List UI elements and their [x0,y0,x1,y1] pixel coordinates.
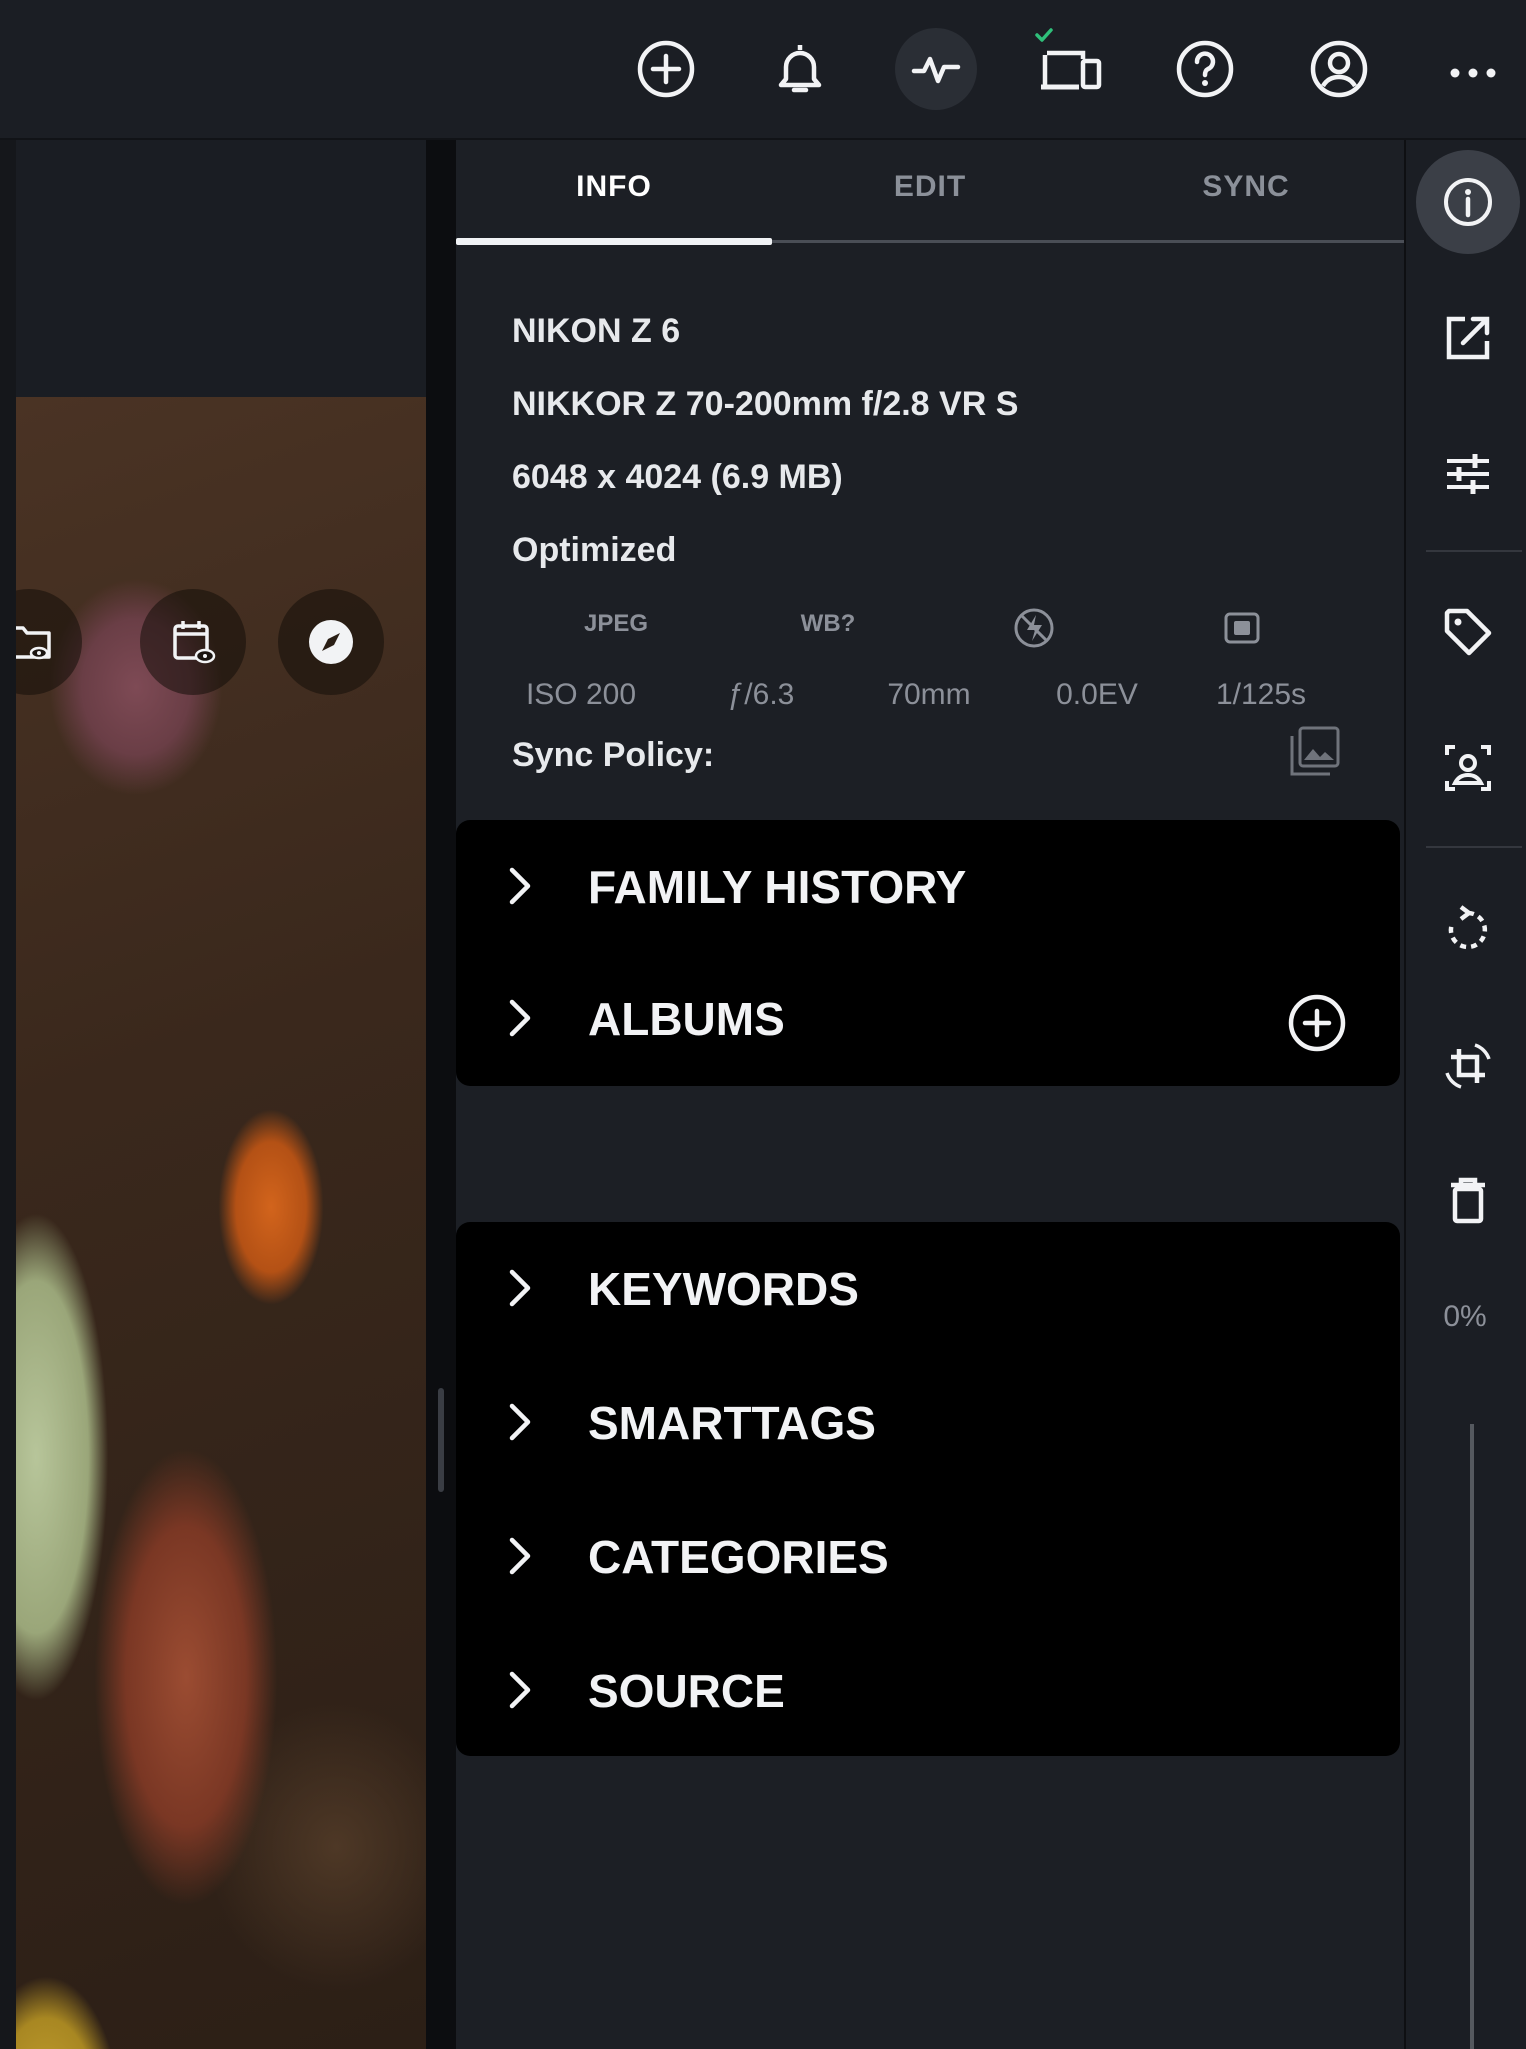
tab-info[interactable]: INFO [456,170,772,204]
compass-icon[interactable] [278,589,384,695]
image-status: Optimized [512,531,677,569]
focal-length-value: 70mm [887,678,971,711]
chevron-right-icon [509,1403,531,1441]
rotate-icon[interactable] [1416,878,1520,982]
rail-separator [1426,550,1522,552]
accordion-source[interactable]: SOURCE [456,1624,1400,1758]
crop-rotate-icon[interactable] [1416,1014,1520,1118]
bell-icon[interactable] [759,28,841,110]
more-icon[interactable] [1432,28,1514,110]
white-balance-badge: WB? [800,610,856,637]
zoom-slider[interactable] [1470,1424,1474,2049]
resize-handle[interactable] [438,1388,444,1492]
add-album-icon[interactable] [1286,992,1348,1054]
photo-viewer [16,140,426,2049]
info-panel: INFO EDIT SYNC NIKON Z 6 NIKKOR Z 70-200… [456,140,1404,2049]
format-badge: JPEG [583,610,649,637]
lens-model: NIKKOR Z 70-200mm f/2.8 VR S [512,385,1019,423]
help-icon[interactable] [1164,28,1246,110]
aperture-value: ƒ/6.3 [727,678,795,711]
zoom-percentage: 0% [1443,1300,1487,1333]
folder-eye-icon[interactable] [16,589,82,695]
account-icon[interactable] [1298,28,1380,110]
tab-edit[interactable]: EDIT [772,170,1088,204]
photo-image[interactable] [16,397,426,2049]
image-dimensions: 6048 x 4024 (6.9 MB) [512,458,843,496]
accordion-albums[interactable]: ALBUMS [456,952,1400,1086]
chevron-right-icon [509,1269,531,1307]
shutter-speed-value: 1/125s [1215,678,1307,711]
accordion-categories[interactable]: CATEGORIES [456,1490,1400,1624]
open-external-icon[interactable] [1416,286,1520,390]
chevron-right-icon [509,999,531,1037]
accordion-family-history[interactable]: FAMILY HISTORY [456,820,1400,954]
tab-sync[interactable]: SYNC [1088,170,1404,204]
accordion-label: ALBUMS [588,993,785,1045]
chevron-right-icon [509,1671,531,1709]
adjustments-icon[interactable] [1416,422,1520,526]
accordion-label: SOURCE [588,1665,785,1717]
accordion-label: FAMILY HISTORY [588,861,967,913]
camera-model: NIKON Z 6 [512,312,681,350]
right-tool-rail: 0% [1404,140,1526,2049]
tab-active-indicator [456,238,772,245]
accordion-label: SMARTTAGS [588,1397,876,1449]
iso-value: ISO 200 [525,678,637,711]
section-metadata: KEYWORDS SMARTTAGS CATEGORIES SOURCE [456,1222,1400,1756]
activity-icon[interactable] [895,28,977,110]
chevron-right-icon [509,867,531,905]
rail-separator [1426,846,1522,848]
exposure-value: 0.0EV [1056,678,1138,711]
accordion-smarttags[interactable]: SMARTTAGS [456,1356,1400,1490]
tag-icon[interactable] [1416,580,1520,684]
left-edge [0,140,16,2049]
top-toolbar [0,0,1526,140]
devices-icon[interactable] [1030,28,1112,110]
panel-divider [426,140,456,2049]
gallery-stack-icon[interactable] [1286,724,1342,780]
info-icon[interactable] [1416,150,1520,254]
face-scan-icon[interactable] [1416,716,1520,820]
flash-off-icon [974,606,1094,650]
synced-check-icon [1035,28,1053,42]
trash-icon[interactable] [1416,1148,1520,1252]
accordion-label: CATEGORIES [588,1531,889,1583]
chevron-right-icon [509,1537,531,1575]
add-circle-icon[interactable] [625,28,707,110]
accordion-keywords[interactable]: KEYWORDS [456,1222,1400,1356]
section-family-albums: FAMILY HISTORY ALBUMS [456,820,1400,1086]
sync-policy-label: Sync Policy: [512,736,715,774]
calendar-eye-icon[interactable] [140,589,246,695]
metering-icon [1182,606,1302,650]
accordion-label: KEYWORDS [588,1263,859,1315]
